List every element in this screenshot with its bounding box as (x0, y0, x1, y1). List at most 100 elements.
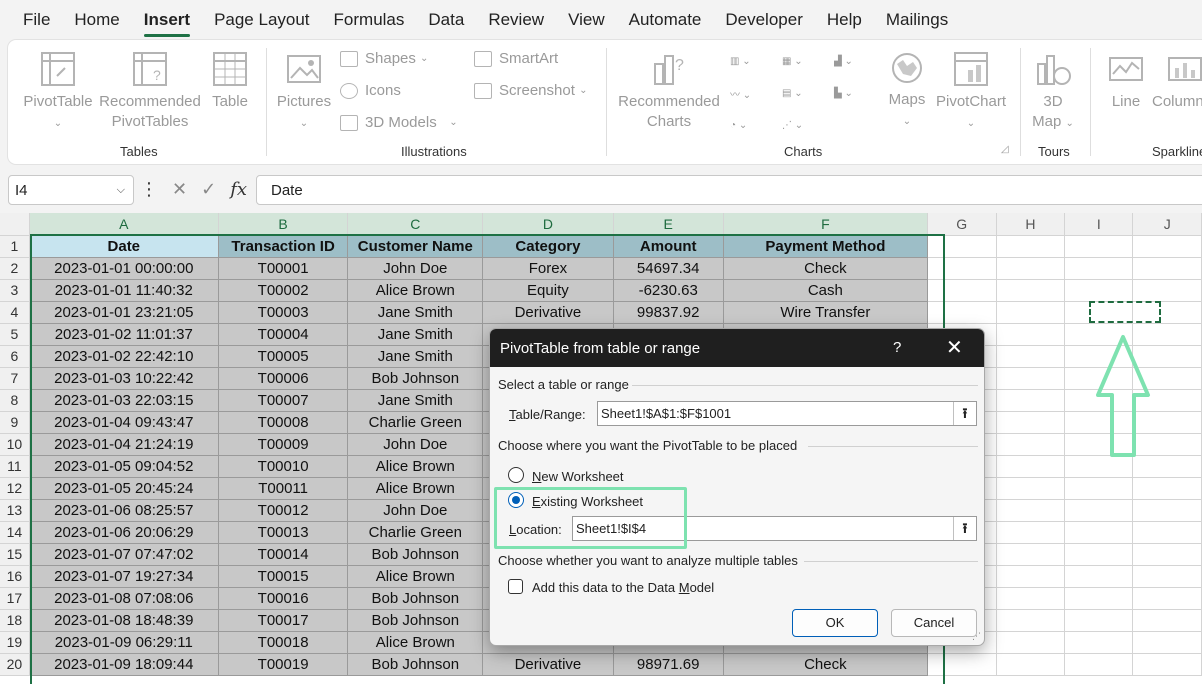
pivotchart-button[interactable]: PivotChart ⌄ (934, 50, 1008, 134)
column-header-a[interactable]: A (29, 213, 219, 236)
table-cell[interactable]: T00010 (218, 455, 349, 478)
table-cell[interactable]: 2023-01-05 20:45:24 (29, 477, 219, 500)
chevron-down-icon[interactable]: ⌵ (117, 184, 125, 197)
table-cell[interactable]: T00017 (218, 609, 349, 632)
empty-cell[interactable] (1132, 521, 1202, 544)
empty-cell[interactable] (1132, 609, 1202, 632)
empty-cell[interactable] (996, 609, 1066, 632)
table-cell[interactable]: Bob Johnson (347, 653, 484, 676)
recommended-pivottables-button[interactable]: ? Recommended PivotTables (98, 50, 202, 132)
column-header-g[interactable]: G (927, 213, 997, 236)
table-cell[interactable]: Jane Smith (347, 323, 484, 346)
table-cell[interactable]: T00019 (218, 653, 349, 676)
table-cell[interactable]: 2023-01-02 22:42:10 (29, 345, 219, 368)
empty-cell[interactable] (996, 499, 1066, 522)
menu-home[interactable]: Home (74, 10, 119, 30)
table-cell[interactable]: T00006 (218, 367, 349, 390)
empty-cell[interactable] (1132, 257, 1202, 280)
table-cell[interactable]: Equity (482, 279, 614, 302)
table-cell[interactable]: Bob Johnson (347, 587, 484, 610)
empty-cell[interactable] (996, 455, 1066, 478)
3d-models-button[interactable]: 3D Models ⌄ (340, 114, 458, 131)
3d-map-button[interactable]: 3D Map ⌄ (1026, 50, 1080, 134)
table-cell[interactable]: Jane Smith (347, 389, 484, 412)
empty-cell[interactable] (996, 367, 1066, 390)
table-cell[interactable]: Bob Johnson (347, 609, 484, 632)
empty-cell[interactable] (996, 477, 1066, 500)
icons-button[interactable]: Icons (340, 82, 401, 99)
table-cell[interactable]: Alice Brown (347, 279, 484, 302)
empty-cell[interactable] (1064, 257, 1134, 280)
close-icon[interactable]: ✕ (946, 335, 963, 360)
empty-cell[interactable] (1132, 477, 1202, 500)
row-header[interactable]: 11 (0, 455, 30, 478)
menu-automate[interactable]: Automate (629, 10, 702, 30)
data-model-checkbox[interactable] (508, 579, 523, 594)
pivottable-button[interactable]: PivotTable ⌄ (22, 50, 94, 134)
empty-cell[interactable] (1064, 477, 1134, 500)
table-cell[interactable]: Check (723, 257, 928, 280)
table-cell[interactable]: Check (723, 653, 928, 676)
table-cell[interactable]: 54697.34 (613, 257, 724, 280)
column-header-c[interactable]: C (347, 213, 484, 236)
empty-cell[interactable] (1064, 543, 1134, 566)
row-header[interactable]: 19 (0, 631, 30, 654)
column-header-e[interactable]: E (613, 213, 724, 236)
table-cell[interactable]: 2023-01-03 22:03:15 (29, 389, 219, 412)
table-cell[interactable]: T00014 (218, 543, 349, 566)
table-cell[interactable]: T00016 (218, 587, 349, 610)
table-cell[interactable]: 2023-01-06 08:25:57 (29, 499, 219, 522)
table-cell[interactable]: Cash (723, 279, 928, 302)
shapes-button[interactable]: Shapes ⌄ (340, 50, 428, 67)
table-cell[interactable]: 2023-01-01 23:21:05 (29, 301, 219, 324)
row-header[interactable]: 6 (0, 345, 30, 368)
empty-cell[interactable] (1132, 279, 1202, 302)
table-cell[interactable]: Alice Brown (347, 565, 484, 588)
table-cell[interactable]: T00004 (218, 323, 349, 346)
empty-cell[interactable] (1132, 653, 1202, 676)
empty-cell[interactable] (927, 257, 997, 280)
table-cell[interactable]: 2023-01-06 20:06:29 (29, 521, 219, 544)
table-cell[interactable]: T00013 (218, 521, 349, 544)
empty-cell[interactable] (996, 345, 1066, 368)
empty-cell[interactable] (996, 235, 1066, 258)
empty-cell[interactable] (1064, 609, 1134, 632)
table-cell[interactable]: Derivative (482, 653, 614, 676)
table-cell[interactable]: T00005 (218, 345, 349, 368)
column-header-f[interactable]: F (723, 213, 928, 236)
combo-chart-icon[interactable]: ▙ ⌄ (834, 82, 864, 104)
select-all-corner[interactable] (0, 213, 30, 236)
empty-cell[interactable] (1132, 543, 1202, 566)
empty-cell[interactable] (996, 631, 1066, 654)
menu-data[interactable]: Data (428, 10, 464, 30)
screenshot-button[interactable]: Screenshot ⌄ (474, 82, 587, 99)
table-cell[interactable]: Jane Smith (347, 345, 484, 368)
table-header-cell[interactable]: Customer Name (347, 235, 484, 258)
empty-cell[interactable] (1132, 235, 1202, 258)
sparkline-column-button[interactable]: Column (1152, 50, 1202, 112)
row-header[interactable]: 16 (0, 565, 30, 588)
table-button[interactable]: Table (206, 50, 254, 112)
empty-cell[interactable] (1064, 565, 1134, 588)
empty-cell[interactable] (1132, 499, 1202, 522)
table-cell[interactable]: Charlie Green (347, 521, 484, 544)
table-cell[interactable]: 2023-01-09 18:09:44 (29, 653, 219, 676)
table-cell[interactable]: T00008 (218, 411, 349, 434)
table-cell[interactable]: Derivative (482, 301, 614, 324)
table-cell[interactable]: 2023-01-08 18:48:39 (29, 609, 219, 632)
column-header-i[interactable]: I (1064, 213, 1134, 236)
insert-function-button[interactable]: fx (230, 179, 247, 200)
row-header[interactable]: 8 (0, 389, 30, 412)
row-header[interactable]: 18 (0, 609, 30, 632)
row-header[interactable]: 1 (0, 235, 30, 258)
empty-cell[interactable] (996, 389, 1066, 412)
empty-cell[interactable] (996, 323, 1066, 346)
table-cell[interactable]: Bob Johnson (347, 543, 484, 566)
table-cell[interactable]: 2023-01-02 11:01:37 (29, 323, 219, 346)
cancel-icon[interactable]: ✕ (172, 179, 187, 200)
menu-view[interactable]: View (568, 10, 605, 30)
name-box[interactable]: I4 ⌵ (8, 175, 134, 205)
table-cell[interactable]: T00018 (218, 631, 349, 654)
table-cell[interactable]: John Doe (347, 257, 484, 280)
empty-cell[interactable] (996, 587, 1066, 610)
